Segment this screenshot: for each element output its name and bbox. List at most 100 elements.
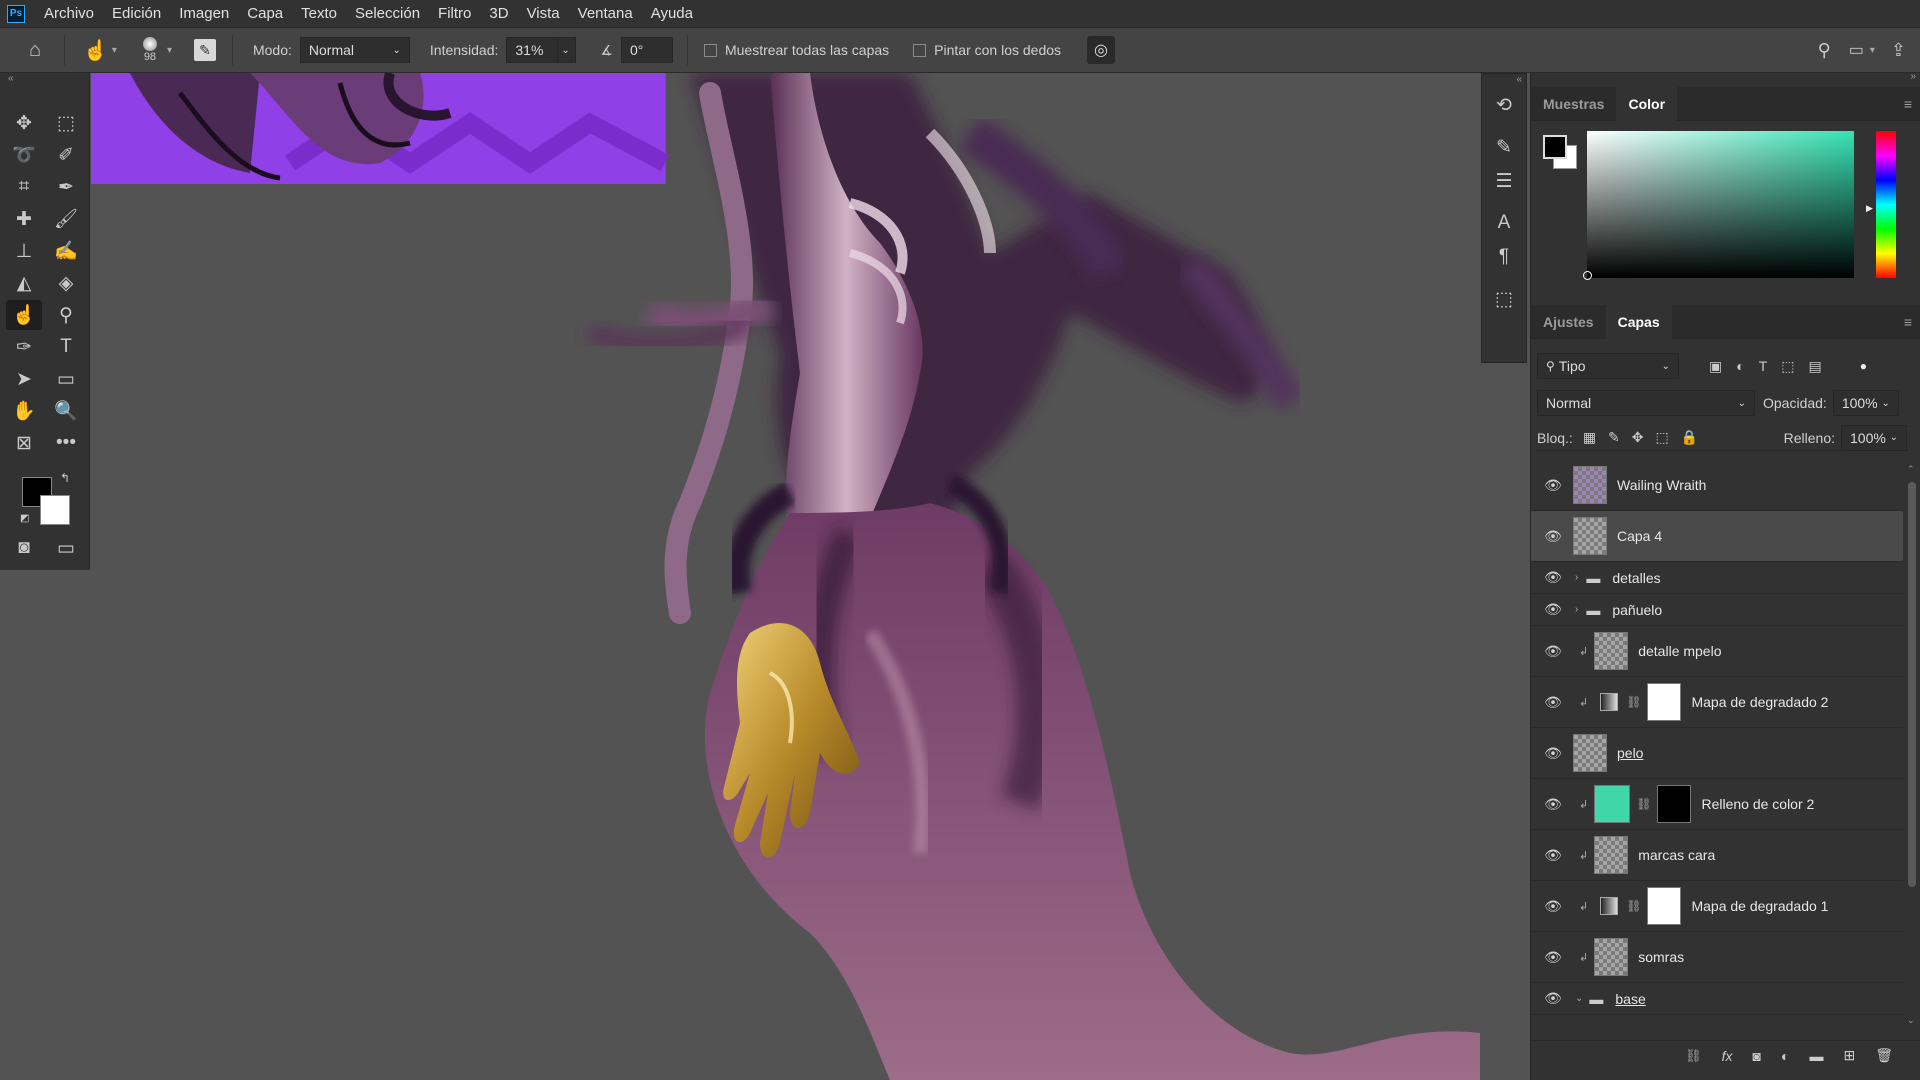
menu-texto[interactable]: Texto: [292, 0, 346, 27]
adjust-panel-button[interactable]: ☰: [1482, 164, 1526, 198]
eye-icon[interactable]: 👁: [1541, 745, 1565, 762]
eye-icon[interactable]: 👁: [1541, 847, 1565, 864]
intensity-input[interactable]: 31%: [506, 37, 559, 63]
eye-icon[interactable]: 👁: [1541, 796, 1565, 813]
layer-row[interactable]: 👁 ↲ somras: [1531, 932, 1903, 983]
3d-panel-button[interactable]: ⬚: [1482, 282, 1526, 316]
pressure-button[interactable]: ◎: [1087, 36, 1116, 64]
hue-slider[interactable]: [1876, 131, 1896, 278]
link-icon[interactable]: ⛓: [1636, 797, 1651, 811]
sample-all-layers-checkbox[interactable]: [703, 43, 717, 57]
filter-shape-icon[interactable]: ⬚: [1781, 358, 1794, 375]
layer-filter-select[interactable]: ⚲ Tipo ⌄: [1537, 353, 1679, 379]
menu-archivo[interactable]: Archivo: [35, 0, 103, 27]
opacity-input[interactable]: 100% ⌄: [1832, 390, 1899, 416]
type-tool[interactable]: T: [48, 332, 84, 362]
eye-icon[interactable]: 👁: [1541, 694, 1565, 711]
search-icon[interactable]: ⚲: [1818, 40, 1831, 61]
dodge-tool[interactable]: ⚲: [48, 300, 84, 330]
smudge-tool[interactable]: ☝: [6, 300, 42, 330]
menu-vista[interactable]: Vista: [518, 0, 569, 27]
workspace-icon[interactable]: ▭: [1849, 40, 1864, 60]
fx-icon[interactable]: fx: [1722, 1048, 1733, 1064]
menu-3d[interactable]: 3D: [480, 0, 517, 27]
home-icon[interactable]: ⌂: [22, 39, 48, 62]
layer-row[interactable]: 👁 ↲ ⛓ Mapa de degradado 2: [1531, 677, 1903, 728]
hand-tool[interactable]: ✋: [6, 396, 42, 426]
move-tool[interactable]: ✥: [6, 108, 42, 138]
chevron-down-icon[interactable]: ▾: [112, 45, 117, 56]
more-tools[interactable]: •••: [48, 428, 84, 458]
menu-ayuda[interactable]: Ayuda: [642, 0, 702, 27]
smudge-tool-preset-icon[interactable]: ☝: [83, 38, 108, 63]
link-icon[interactable]: ⛓: [1626, 899, 1641, 913]
filter-type-icon[interactable]: T: [1759, 358, 1768, 374]
layers-scrollbar[interactable]: ⌃ ⌄: [1905, 460, 1919, 1030]
lasso-tool[interactable]: ➰: [6, 140, 42, 170]
chevron-down-icon[interactable]: ▾: [167, 45, 172, 56]
eye-icon[interactable]: 👁: [1541, 949, 1565, 966]
layer-row[interactable]: 👁 Wailing Wraith: [1531, 460, 1903, 511]
eye-icon[interactable]: 👁: [1541, 569, 1565, 586]
background-color-swatch[interactable]: [40, 495, 70, 525]
eye-icon[interactable]: 👁: [1541, 643, 1565, 660]
layer-row[interactable]: 👁 ⌄ ▬ base: [1531, 983, 1903, 1015]
lock-position-icon[interactable]: ✥: [1632, 429, 1644, 446]
panel-collapse[interactable]: »: [1910, 71, 1916, 82]
history-brush-tool[interactable]: ✍: [48, 236, 84, 266]
trash-icon[interactable]: 🗑: [1875, 1047, 1893, 1064]
screen-mode-button[interactable]: ▭: [48, 533, 84, 563]
scroll-up-icon[interactable]: ⌃: [1907, 464, 1915, 475]
filter-toggle-icon[interactable]: ●: [1860, 359, 1867, 373]
eraser-tool[interactable]: ◭: [6, 268, 42, 298]
default-colors-icon[interactable]: ◩: [20, 513, 29, 524]
add-mask-icon[interactable]: ◙: [1753, 1048, 1761, 1064]
lock-transparency-icon[interactable]: ▦: [1583, 429, 1596, 446]
chevron-down-icon[interactable]: ⌄: [1575, 993, 1583, 1004]
swap-colors-icon[interactable]: ↰: [60, 471, 70, 485]
menu-edicion[interactable]: Edición: [103, 0, 170, 27]
layer-row[interactable]: 👁 ↲ ⛓ Relleno de color 2: [1531, 779, 1903, 830]
color-fg-swatch[interactable]: [1543, 135, 1567, 159]
eye-icon[interactable]: 👁: [1541, 990, 1565, 1007]
layer-row[interactable]: 👁 ↲ ⛓ Mapa de degradado 1: [1531, 881, 1903, 932]
lock-all-icon[interactable]: 🔒: [1681, 429, 1698, 446]
stamp-tool[interactable]: ⊥: [6, 236, 42, 266]
fill-input[interactable]: 100% ⌄: [1841, 424, 1907, 451]
layer-row[interactable]: 👁 Capa 4: [1531, 511, 1903, 562]
share-icon[interactable]: ⇪: [1891, 40, 1906, 61]
chevron-right-icon[interactable]: ›: [1575, 604, 1578, 615]
photoshop-logo-icon[interactable]: Ps: [7, 4, 25, 23]
new-group-icon[interactable]: ▬: [1809, 1048, 1823, 1064]
intensity-dropdown[interactable]: ⌄: [558, 37, 577, 63]
healing-tool[interactable]: ✚: [6, 204, 42, 234]
menu-filtro[interactable]: Filtro: [429, 0, 480, 27]
menu-imagen[interactable]: Imagen: [170, 0, 238, 27]
eye-icon[interactable]: 👁: [1541, 898, 1565, 915]
brush-tool[interactable]: 🖌: [48, 204, 84, 234]
layer-row[interactable]: 👁 ↲ marcas cara: [1531, 830, 1903, 881]
angle-input[interactable]: 0°: [620, 37, 673, 63]
color-field[interactable]: [1587, 131, 1854, 278]
layer-row[interactable]: 👁 ↲ detalle mpelo: [1531, 626, 1903, 677]
path-select-tool[interactable]: ➤: [6, 364, 42, 394]
marquee-tool[interactable]: ⬚: [48, 108, 84, 138]
chevron-right-icon[interactable]: ›: [1575, 572, 1578, 583]
tab-color[interactable]: Color: [1616, 86, 1678, 121]
blend-mode-select[interactable]: Normal ⌄: [1537, 390, 1755, 416]
strip-collapse[interactable]: «: [1482, 74, 1526, 88]
link-layers-icon[interactable]: ⛓: [1685, 1048, 1702, 1064]
lock-pixels-icon[interactable]: ✎: [1608, 429, 1620, 446]
canvas-artwork[interactable]: [90, 73, 1480, 1080]
history-panel-button[interactable]: ⟲: [1482, 88, 1526, 122]
character-panel-button[interactable]: A: [1482, 206, 1526, 240]
layer-row[interactable]: 👁 › ▬ pañuelo: [1531, 594, 1903, 626]
menu-seleccion[interactable]: Selección: [346, 0, 429, 27]
layer-row[interactable]: 👁 pelo: [1531, 728, 1903, 779]
quick-mask-button[interactable]: ◙: [6, 533, 42, 563]
mode-select[interactable]: Normal ⌄: [299, 37, 410, 63]
filter-pixel-icon[interactable]: ▣: [1709, 358, 1722, 375]
chevron-down-icon[interactable]: ▾: [1870, 45, 1875, 56]
eye-icon[interactable]: 👁: [1541, 477, 1565, 494]
panel-menu-icon[interactable]: ≡: [1904, 314, 1912, 330]
